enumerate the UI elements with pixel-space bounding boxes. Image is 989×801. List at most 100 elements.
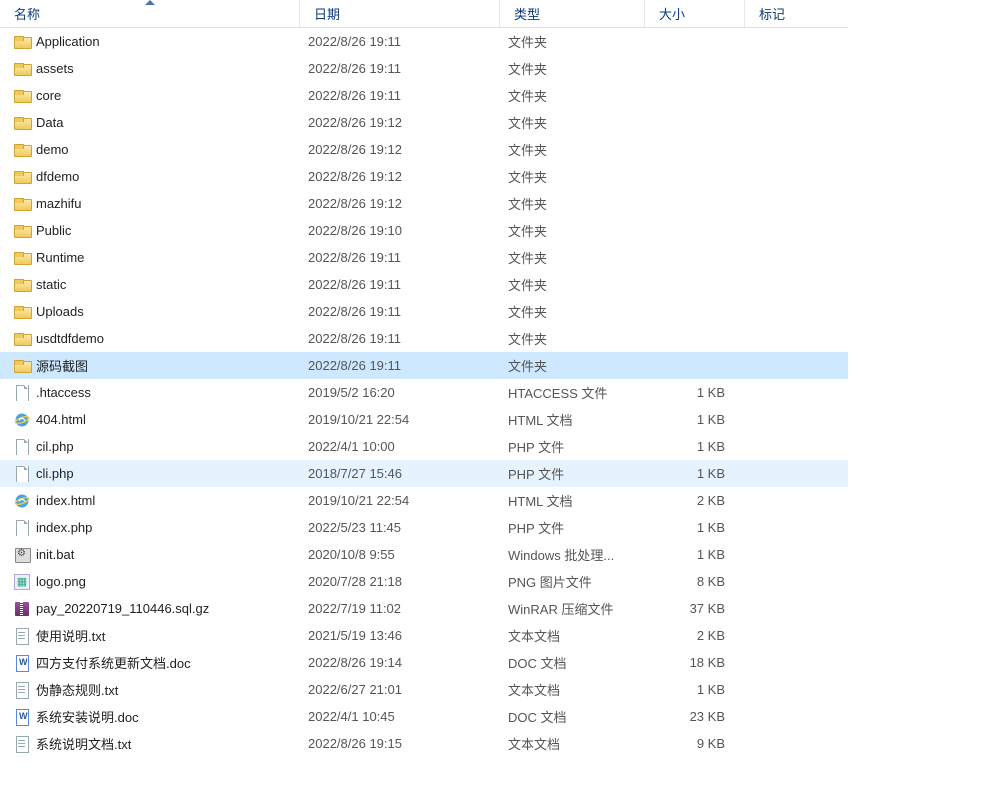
file-row[interactable]: 404.html 2019/10/21 22:54 HTML 文档 1 KB <box>0 406 848 433</box>
file-name: dfdemo <box>36 169 79 184</box>
file-row[interactable]: 源码截图 2022/8/26 19:11 文件夹 <box>0 352 848 379</box>
file-name: static <box>36 277 66 292</box>
file-type: 文件夹 <box>500 194 645 213</box>
file-date: 2019/5/2 16:20 <box>300 385 500 400</box>
file-row[interactable]: mazhifu 2022/8/26 19:12 文件夹 <box>0 190 848 217</box>
file-name: assets <box>36 61 74 76</box>
doc-file-icon <box>14 655 30 671</box>
file-type: 文件夹 <box>500 140 645 159</box>
column-header-size-label: 大小 <box>659 4 685 23</box>
file-row[interactable]: index.html 2019/10/21 22:54 HTML 文档 2 KB <box>0 487 848 514</box>
file-date: 2022/4/1 10:00 <box>300 439 500 454</box>
column-header-date-label: 日期 <box>314 4 340 23</box>
file-row[interactable]: cil.php 2022/4/1 10:00 PHP 文件 1 KB <box>0 433 848 460</box>
file-date: 2020/10/8 9:55 <box>300 547 500 562</box>
file-name: core <box>36 88 61 103</box>
file-name: init.bat <box>36 547 74 562</box>
file-row[interactable]: 使用说明.txt 2021/5/19 13:46 文本文档 2 KB <box>0 622 848 649</box>
file-row[interactable]: 四方支付系统更新文档.doc 2022/8/26 19:14 DOC 文档 18… <box>0 649 848 676</box>
file-type: PHP 文件 <box>500 437 645 456</box>
column-header-row: 名称 日期 类型 大小 标记 <box>0 0 848 28</box>
file-name: 404.html <box>36 412 86 427</box>
column-header-size[interactable]: 大小 <box>645 0 745 27</box>
file-row[interactable]: Data 2022/8/26 19:12 文件夹 <box>0 109 848 136</box>
column-header-tags[interactable]: 标记 <box>745 0 848 27</box>
file-type: 文件夹 <box>500 275 645 294</box>
file-row[interactable]: cli.php 2018/7/27 15:46 PHP 文件 1 KB <box>0 460 848 487</box>
column-header-type-label: 类型 <box>514 4 540 23</box>
file-row[interactable]: index.php 2022/5/23 11:45 PHP 文件 1 KB <box>0 514 848 541</box>
column-header-name[interactable]: 名称 <box>0 0 300 27</box>
file-size: 1 KB <box>645 520 745 535</box>
file-row[interactable]: ▦ logo.png 2020/7/28 21:18 PNG 图片文件 8 KB <box>0 568 848 595</box>
file-type: PHP 文件 <box>500 518 645 537</box>
file-date: 2022/8/26 19:11 <box>300 61 500 76</box>
file-date: 2022/8/26 19:11 <box>300 34 500 49</box>
file-row[interactable]: Runtime 2022/8/26 19:11 文件夹 <box>0 244 848 271</box>
file-row[interactable]: init.bat 2020/10/8 9:55 Windows 批处理... 1… <box>0 541 848 568</box>
file-type: HTML 文档 <box>500 410 645 429</box>
file-name: index.html <box>36 493 95 508</box>
file-size: 23 KB <box>645 709 745 724</box>
file-type: 文件夹 <box>500 59 645 78</box>
file-date: 2021/5/19 13:46 <box>300 628 500 643</box>
file-type: 文件夹 <box>500 329 645 348</box>
file-date: 2022/8/26 19:12 <box>300 196 500 211</box>
file-type: 文件夹 <box>500 113 645 132</box>
file-row[interactable]: Application 2022/8/26 19:11 文件夹 <box>0 28 848 55</box>
file-size: 2 KB <box>645 628 745 643</box>
text-file-icon <box>14 628 30 644</box>
file-row[interactable]: .htaccess 2019/5/2 16:20 HTACCESS 文件 1 K… <box>0 379 848 406</box>
file-row[interactable]: usdtdfdemo 2022/8/26 19:11 文件夹 <box>0 325 848 352</box>
column-header-date[interactable]: 日期 <box>300 0 500 27</box>
file-type: 文件夹 <box>500 86 645 105</box>
file-date: 2022/4/1 10:45 <box>300 709 500 724</box>
file-name: usdtdfdemo <box>36 331 104 346</box>
file-row[interactable]: core 2022/8/26 19:11 文件夹 <box>0 82 848 109</box>
file-date: 2022/8/26 19:12 <box>300 142 500 157</box>
column-header-type[interactable]: 类型 <box>500 0 645 27</box>
file-size: 1 KB <box>645 466 745 481</box>
folder-icon <box>14 331 30 347</box>
file-date: 2020/7/28 21:18 <box>300 574 500 589</box>
file-list: Application 2022/8/26 19:11 文件夹 assets 2… <box>0 28 848 757</box>
file-row[interactable]: 系统说明文档.txt 2022/8/26 19:15 文本文档 9 KB <box>0 730 848 757</box>
file-date: 2022/8/26 19:11 <box>300 277 500 292</box>
file-name: Data <box>36 115 63 130</box>
file-type: 文件夹 <box>500 167 645 186</box>
folder-icon <box>14 169 30 185</box>
file-row[interactable]: static 2022/8/26 19:11 文件夹 <box>0 271 848 298</box>
file-type: 文本文档 <box>500 734 645 753</box>
file-date: 2022/7/19 11:02 <box>300 601 500 616</box>
file-type: 文本文档 <box>500 680 645 699</box>
text-file-icon <box>14 682 30 698</box>
folder-icon <box>14 250 30 266</box>
file-row[interactable]: Public 2022/8/26 19:10 文件夹 <box>0 217 848 244</box>
file-date: 2022/8/26 19:15 <box>300 736 500 751</box>
file-row[interactable]: Uploads 2022/8/26 19:11 文件夹 <box>0 298 848 325</box>
file-row[interactable]: 系统安装说明.doc 2022/4/1 10:45 DOC 文档 23 KB <box>0 703 848 730</box>
file-type: DOC 文档 <box>500 707 645 726</box>
file-icon <box>14 466 30 482</box>
column-header-name-label: 名称 <box>14 4 40 23</box>
file-date: 2018/7/27 15:46 <box>300 466 500 481</box>
folder-icon <box>14 277 30 293</box>
folder-icon <box>14 115 30 131</box>
html-file-icon <box>14 412 30 428</box>
file-date: 2022/8/26 19:11 <box>300 250 500 265</box>
file-type: PHP 文件 <box>500 464 645 483</box>
folder-icon <box>14 223 30 239</box>
file-row[interactable]: demo 2022/8/26 19:12 文件夹 <box>0 136 848 163</box>
file-row[interactable]: assets 2022/8/26 19:11 文件夹 <box>0 55 848 82</box>
file-date: 2022/8/26 19:11 <box>300 88 500 103</box>
file-type: 文件夹 <box>500 356 645 375</box>
batch-file-icon <box>14 547 30 563</box>
file-size: 1 KB <box>645 439 745 454</box>
file-name: index.php <box>36 520 92 535</box>
file-row[interactable]: 伪静态规则.txt 2022/6/27 21:01 文本文档 1 KB <box>0 676 848 703</box>
file-name: demo <box>36 142 69 157</box>
file-name: .htaccess <box>36 385 91 400</box>
file-size: 37 KB <box>645 601 745 616</box>
file-row[interactable]: pay_20220719_110446.sql.gz 2022/7/19 11:… <box>0 595 848 622</box>
file-row[interactable]: dfdemo 2022/8/26 19:12 文件夹 <box>0 163 848 190</box>
